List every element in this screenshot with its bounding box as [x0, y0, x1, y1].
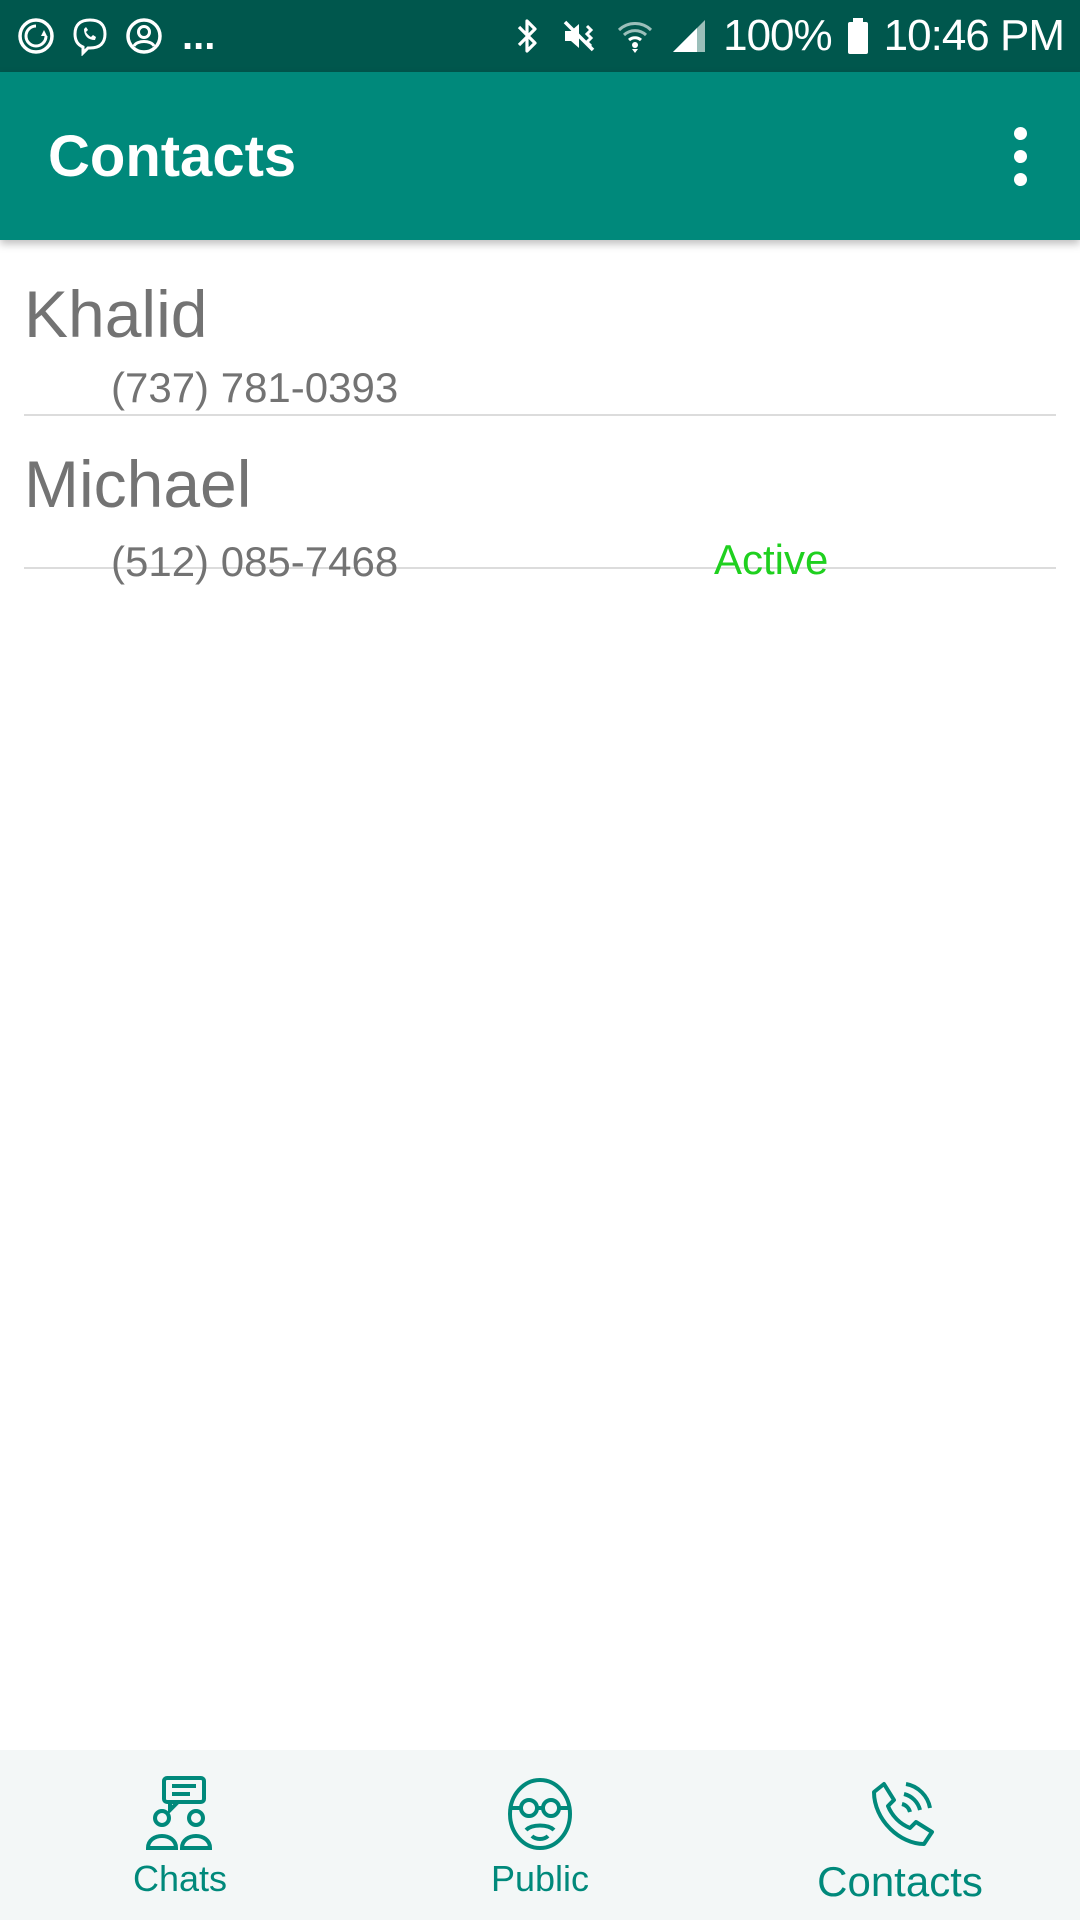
status-bar-right: 100% 10:46 PM [507, 11, 1065, 61]
contact-name: Khalid [24, 277, 208, 351]
phone-call-icon [860, 1774, 940, 1854]
battery-percent: 100% [723, 11, 833, 60]
contact-list: Khalid (737) 781-0393 Michael (512) 085-… [24, 240, 1056, 585]
sync-icon [16, 16, 56, 56]
clock: 10:46 PM [883, 11, 1065, 60]
bluetooth-icon [507, 16, 547, 56]
viber-icon [70, 16, 110, 56]
page-title: Contacts [48, 123, 297, 189]
contact-name: Michael [24, 447, 252, 521]
nav-item-contacts[interactable]: Contacts [720, 1750, 1080, 1920]
more-vert-icon[interactable] [992, 116, 1048, 196]
contact-phone: (737) 781-0393 [111, 364, 399, 411]
app-bar: Contacts [0, 72, 1080, 240]
chats-icon [140, 1774, 220, 1854]
status-bar-left: ... [16, 14, 215, 59]
nav-item-chats[interactable]: Chats [0, 1750, 360, 1920]
contact-status-badge: Active [714, 536, 829, 583]
contact-phone: (512) 085-7468 [111, 538, 399, 585]
account-icon [124, 16, 164, 56]
status-bar: ... 100% 10:46 PM [0, 0, 1080, 72]
nav-label-chats: Chats [132, 1858, 228, 1899]
contact-row-michael[interactable]: Michael (512) 085-7468 Active [24, 416, 1056, 585]
mute-vibrate-icon [561, 16, 601, 56]
nav-label-contacts: Contacts [817, 1858, 983, 1905]
notification-overflow: ... [182, 13, 216, 58]
signal-icon [669, 16, 709, 56]
nav-label-public: Public [490, 1858, 590, 1899]
battery-icon [846, 16, 870, 56]
public-face-icon [500, 1774, 580, 1854]
contact-row-khalid[interactable]: Khalid (737) 781-0393 [24, 240, 1056, 416]
wifi-icon [615, 16, 655, 56]
nav-item-public[interactable]: Public [360, 1750, 720, 1920]
bottom-nav: Chats Public Contacts [0, 1750, 1080, 1920]
